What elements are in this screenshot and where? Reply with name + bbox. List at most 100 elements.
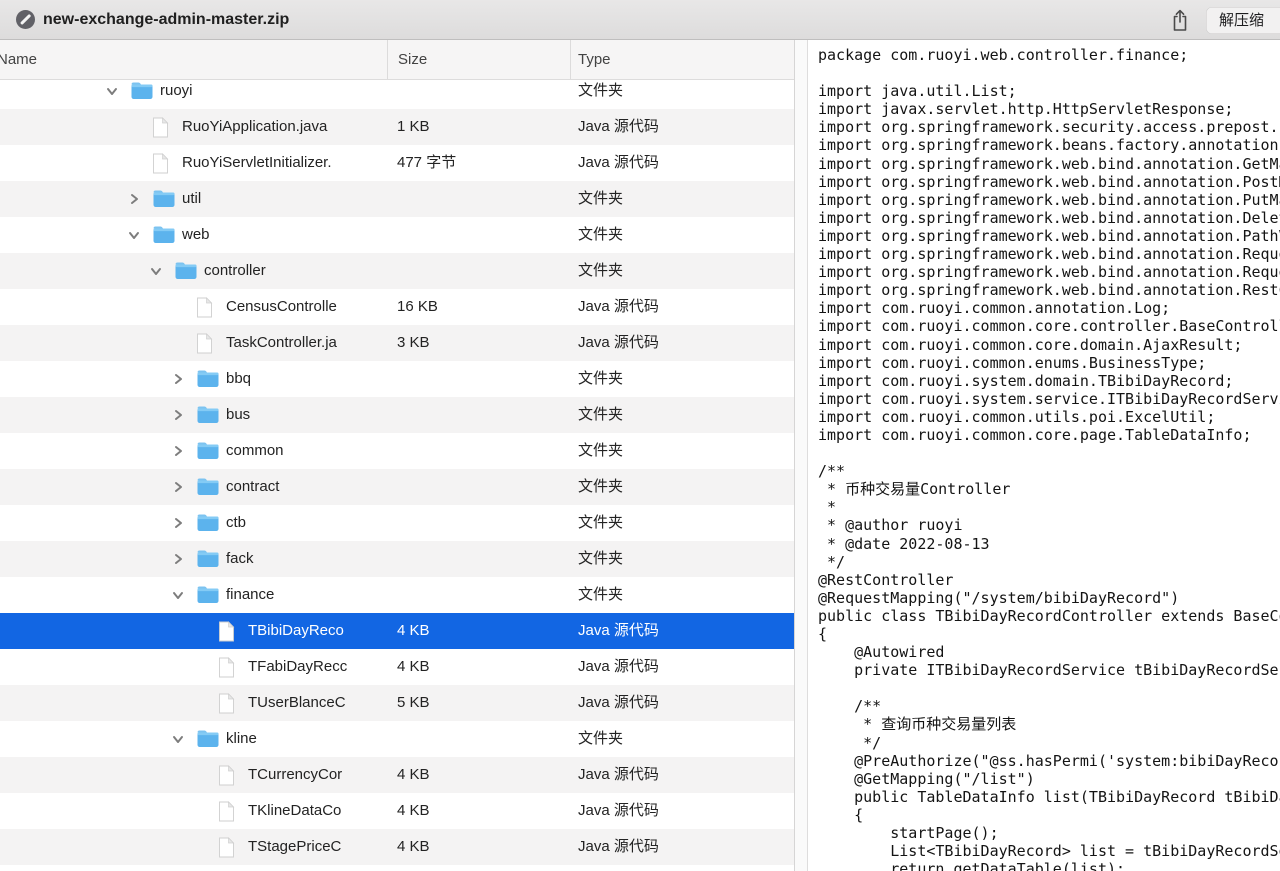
code-line: /** — [818, 697, 1280, 715]
file-icon — [196, 333, 219, 353]
file-row[interactable]: bus 文件夹 — [0, 397, 794, 433]
chevron-right-icon[interactable] — [170, 443, 186, 459]
file-row[interactable]: TFabiDayRecc 4 KB Java 源代码 — [0, 649, 794, 685]
pane-divider[interactable] — [794, 40, 808, 871]
file-name: kline — [226, 721, 257, 757]
file-row[interactable]: common 文件夹 — [0, 433, 794, 469]
chevron-right-icon[interactable] — [170, 371, 186, 387]
file-type: 文件夹 — [578, 181, 623, 217]
chevron-right-icon[interactable] — [126, 191, 142, 207]
file-row[interactable]: CensusControlle 16 KB Java 源代码 — [0, 289, 794, 325]
file-type: 文件夹 — [578, 721, 623, 757]
column-separator[interactable] — [387, 40, 388, 79]
column-separator[interactable] — [570, 40, 571, 79]
code-line: */ — [818, 734, 1280, 752]
folder-icon — [196, 477, 219, 497]
list-column-header: Name Size Type — [0, 40, 794, 80]
code-line: import com.ruoyi.common.utils.poi.ExcelU… — [818, 408, 1280, 426]
file-row[interactable]: web 文件夹 — [0, 217, 794, 253]
file-size: 477 字节 — [397, 145, 456, 181]
file-type: Java 源代码 — [578, 109, 659, 145]
code-line: * @date 2022-08-13 — [818, 535, 1280, 553]
file-name: common — [226, 433, 284, 469]
file-size: 3 KB — [397, 325, 430, 361]
file-icon — [218, 693, 241, 713]
file-name: TaskController.ja — [226, 325, 337, 361]
file-row[interactable]: TaskController.ja 3 KB Java 源代码 — [0, 325, 794, 361]
file-row[interactable]: finance 文件夹 — [0, 577, 794, 613]
file-row[interactable]: TBibiDayReco 4 KB Java 源代码 — [0, 613, 794, 649]
column-header-size[interactable]: Size — [398, 40, 427, 80]
code-line: import org.springframework.web.bind.anno… — [818, 209, 1280, 227]
file-row[interactable]: TUserBlanceC 5 KB Java 源代码 — [0, 685, 794, 721]
code-line: import com.ruoyi.common.core.controller.… — [818, 317, 1280, 335]
file-type: 文件夹 — [578, 217, 623, 253]
file-name: util — [182, 181, 201, 217]
file-name: TCurrencyCor — [248, 757, 342, 793]
folder-icon — [196, 441, 219, 461]
file-row[interactable]: util 文件夹 — [0, 181, 794, 217]
chevron-down-icon[interactable] — [126, 227, 142, 243]
zip-archive-icon — [16, 10, 35, 29]
archive-utility-window: new-exchange-admin-master.zip 解压缩 — [0, 0, 1280, 871]
file-row[interactable]: RuoYiApplication.java 1 KB Java 源代码 — [0, 109, 794, 145]
folder-icon — [152, 189, 175, 209]
file-size: 16 KB — [397, 289, 438, 325]
chevron-right-icon[interactable] — [170, 479, 186, 495]
file-type: Java 源代码 — [578, 829, 659, 865]
file-row[interactable]: RuoYiServletInitializer. 477 字节 Java 源代码 — [0, 145, 794, 181]
chevron-down-icon[interactable] — [170, 731, 186, 747]
column-header-name[interactable]: Name — [0, 40, 37, 80]
file-row[interactable]: bbq 文件夹 — [0, 361, 794, 397]
folder-icon — [196, 405, 219, 425]
code-line: import org.springframework.security.acce… — [818, 118, 1280, 136]
folder-icon — [196, 513, 219, 533]
file-icon — [152, 117, 175, 137]
code-line: { — [818, 625, 1280, 643]
file-row[interactable]: kline 文件夹 — [0, 721, 794, 757]
file-name: TUserBlanceC — [248, 685, 346, 721]
chevron-right-icon[interactable] — [170, 551, 186, 567]
file-name: contract — [226, 469, 279, 505]
code-line: return getDataTable(list); — [818, 860, 1280, 871]
code-line: @RequestMapping("/system/bibiDayRecord") — [818, 589, 1280, 607]
code-line: import com.ruoyi.common.core.page.TableD… — [818, 426, 1280, 444]
code-line: { — [818, 806, 1280, 824]
extract-button[interactable]: 解压缩 — [1206, 7, 1280, 34]
code-line: private ITBibiDayRecordService tBibiDayR… — [818, 661, 1280, 679]
code-line: import org.springframework.web.bind.anno… — [818, 281, 1280, 299]
file-row[interactable]: fack 文件夹 — [0, 541, 794, 577]
file-name: controller — [204, 253, 266, 289]
code-line — [818, 444, 1280, 462]
file-icon — [218, 837, 241, 857]
code-line: import javax.servlet.http.HttpServletRes… — [818, 100, 1280, 118]
code-line: package com.ruoyi.web.controller.finance… — [818, 46, 1280, 64]
code-line: /** — [818, 462, 1280, 480]
file-size: 4 KB — [397, 757, 430, 793]
file-type: Java 源代码 — [578, 613, 659, 649]
file-row[interactable]: TStagePriceC 4 KB Java 源代码 — [0, 829, 794, 865]
file-row[interactable]: TCurrencyCor 4 KB Java 源代码 — [0, 757, 794, 793]
file-name: ctb — [226, 505, 246, 541]
file-row[interactable]: ctb 文件夹 — [0, 505, 794, 541]
folder-icon — [196, 369, 219, 389]
chevron-down-icon[interactable] — [148, 263, 164, 279]
file-size: 4 KB — [397, 649, 430, 685]
column-header-type[interactable]: Type — [578, 40, 611, 80]
file-type: 文件夹 — [578, 433, 623, 469]
share-button[interactable] — [1166, 7, 1194, 34]
file-type: Java 源代码 — [578, 757, 659, 793]
file-type: Java 源代码 — [578, 325, 659, 361]
chevron-down-icon[interactable] — [104, 83, 120, 99]
chevron-right-icon[interactable] — [170, 407, 186, 423]
file-type: 文件夹 — [578, 541, 623, 577]
file-icon — [196, 297, 219, 317]
file-row[interactable]: contract 文件夹 — [0, 469, 794, 505]
file-type: Java 源代码 — [578, 649, 659, 685]
chevron-right-icon[interactable] — [170, 515, 186, 531]
file-name: bbq — [226, 361, 251, 397]
chevron-down-icon[interactable] — [170, 587, 186, 603]
code-line: * 查询币种交易量列表 — [818, 715, 1280, 733]
file-row[interactable]: controller 文件夹 — [0, 253, 794, 289]
file-row[interactable]: TKlineDataCo 4 KB Java 源代码 — [0, 793, 794, 829]
